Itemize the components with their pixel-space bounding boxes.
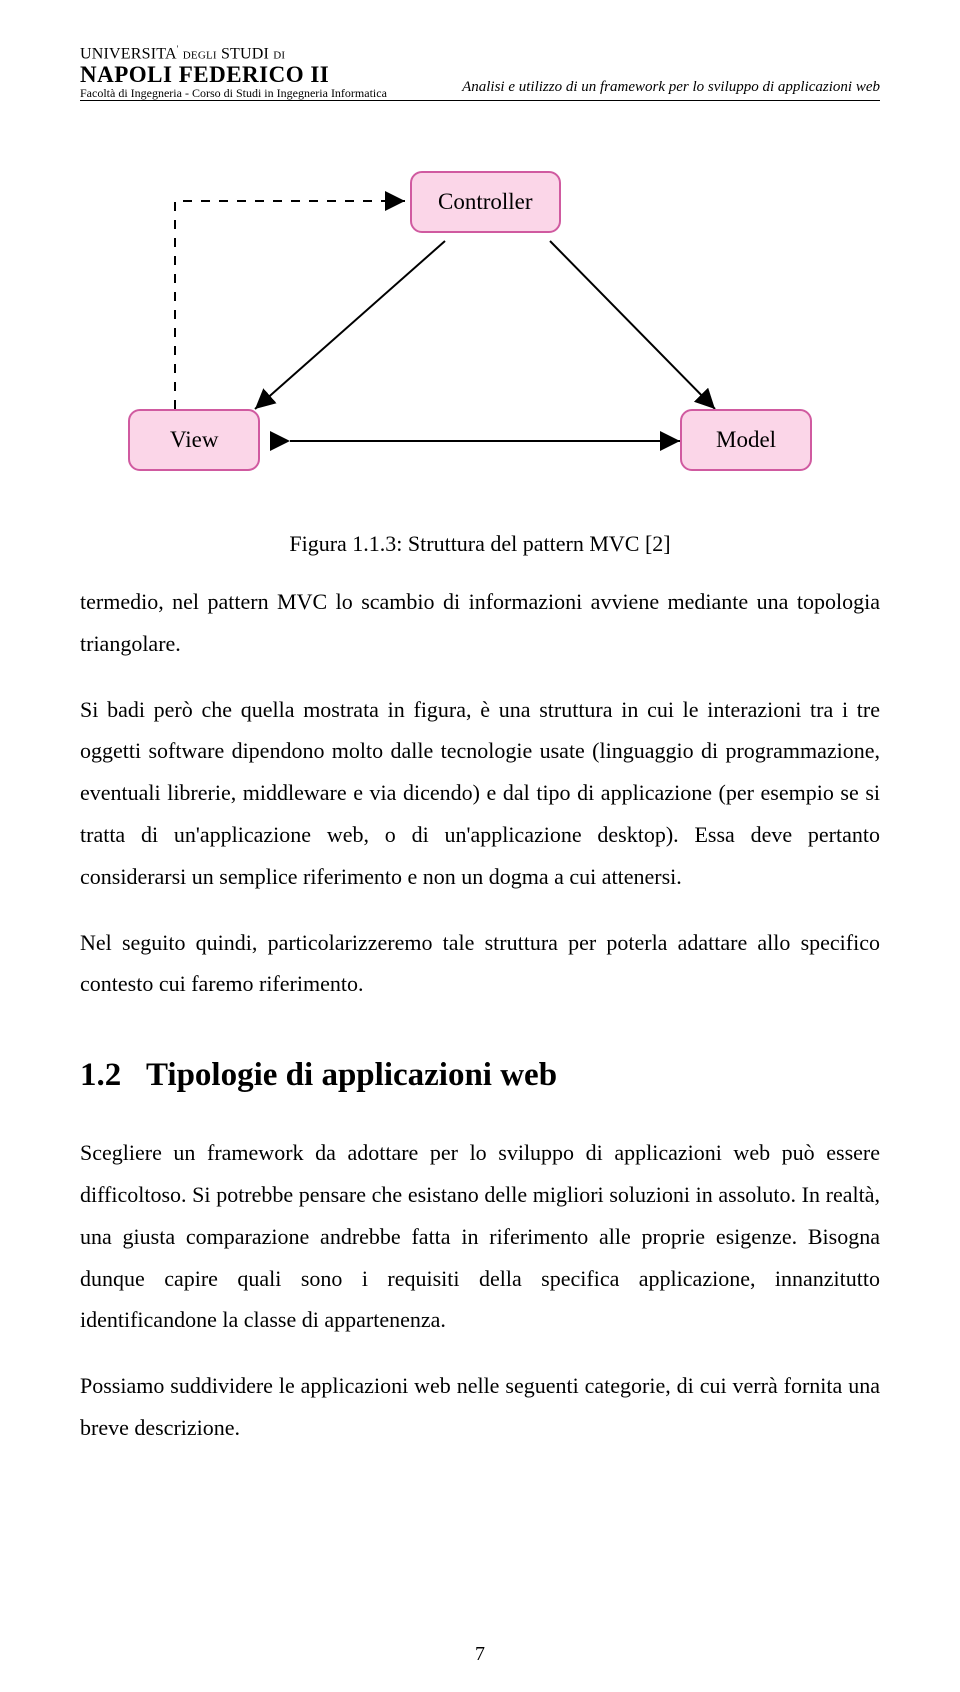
section-title: Tipologie di applicazioni web	[146, 1057, 557, 1093]
document-title: Analisi e utilizzo di un framework per l…	[462, 79, 880, 100]
paragraph-1: termedio, nel pattern MVC lo scambio di …	[80, 581, 880, 665]
uni-degli: DEGLI	[183, 49, 217, 61]
mvc-diagram: Controller View Model	[80, 141, 880, 511]
paragraph-2: Si badi però che quella mostrata in figu…	[80, 689, 880, 898]
uni-line-1: UNIVERSITA' DEGLI STUDI DI	[80, 45, 387, 63]
uni-line-2: NAPOLI FEDERICO II	[80, 63, 387, 87]
uni-studi: STUDI	[221, 45, 269, 62]
section-heading: 1.2 Tipologie di applicazioni web	[80, 1057, 880, 1094]
uni-line-3: Facoltà di Ingegneria - Corso di Studi i…	[80, 87, 387, 100]
paragraph-4: Scegliere un framework da adottare per l…	[80, 1132, 880, 1341]
controller-node: Controller	[410, 171, 561, 233]
page-header: UNIVERSITA' DEGLI STUDI DI NAPOLI FEDERI…	[80, 0, 880, 101]
page-number: 7	[0, 1643, 960, 1666]
university-logo-text: UNIVERSITA' DEGLI STUDI DI NAPOLI FEDERI…	[80, 45, 387, 100]
uni-di: DI	[273, 49, 285, 61]
model-node: Model	[680, 409, 812, 471]
uni-word: UNIVERSITA	[80, 45, 177, 62]
paragraph-3: Nel seguito quindi, particolarizzeremo t…	[80, 922, 880, 1006]
section-number: 1.2	[80, 1057, 121, 1093]
view-node: View	[128, 409, 260, 471]
paragraph-5: Possiamo suddividere le applicazioni web…	[80, 1365, 880, 1449]
figure-caption: Figura 1.1.3: Struttura del pattern MVC …	[80, 531, 880, 557]
uni-apostrophe: '	[177, 44, 179, 54]
